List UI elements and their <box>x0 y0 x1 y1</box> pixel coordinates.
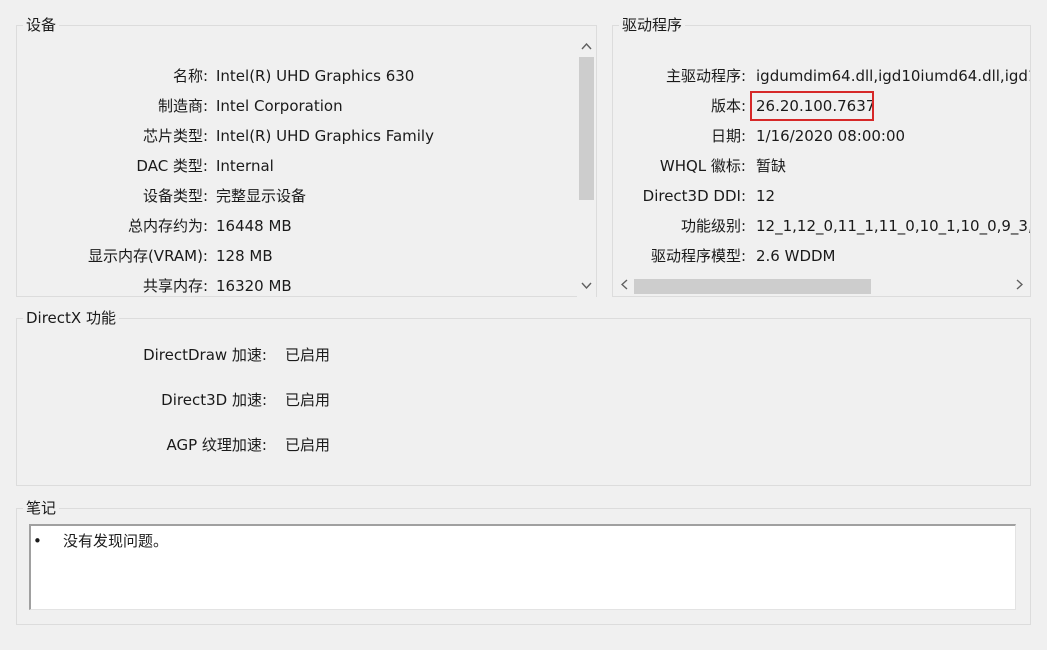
driver-d3d-ddi-label: Direct3D DDI: <box>642 187 746 205</box>
driver-model-label: 驱动程序模型: <box>650 247 746 265</box>
driver-feature-levels-value: 12_1,12_0,11_1,11_0,10_1,10_0,9_3,9_2 <box>756 217 1030 235</box>
driver-row-date: 日期: 1/16/2020 08:00:00 <box>613 125 1030 147</box>
driver-whql-value: 暂缺 <box>756 157 787 175</box>
device-scroll-thumb[interactable] <box>579 57 594 200</box>
driver-date-label: 日期: <box>710 127 746 145</box>
directdraw-row: DirectDraw 加速: 已启用 <box>17 344 417 366</box>
driver-row-driver-model: 驱动程序模型: 2.6 WDDM <box>613 245 1030 267</box>
driver-horizontal-scrollbar[interactable] <box>613 276 1030 296</box>
device-row-manufacturer: 制造商: Intel Corporation <box>17 95 577 117</box>
device-row-shared-memory: 共享内存: 16320 MB <box>17 275 577 296</box>
driver-version-label: 版本: <box>710 97 746 115</box>
driver-group: 驱动程序 主驱动程序: igdumdim64.dll,igd10iumd64.d… <box>612 16 1031 297</box>
device-row-dac-type: DAC 类型: Internal <box>17 155 577 177</box>
notes-item-text: 没有发现问题。 <box>63 532 169 550</box>
directx-features-group: DirectX 功能 DirectDraw 加速: 已启用 Direct3D 加… <box>16 309 1031 486</box>
device-info-list: 名称: Intel(R) UHD Graphics 630 制造商: Intel… <box>17 26 577 296</box>
device-vram-value: 128 MB <box>216 247 273 265</box>
driver-row-feature-levels: 功能级别: 12_1,12_0,11_1,11_0,10_1,10_0,9_3,… <box>613 215 1030 237</box>
driver-row-main-driver: 主驱动程序: igdumdim64.dll,igd10iumd64.dll,ig… <box>613 65 1030 87</box>
device-vram-label: 显示内存(VRAM): <box>87 247 208 265</box>
scroll-up-arrow-icon[interactable] <box>577 38 596 55</box>
device-type-label: 设备类型: <box>142 187 208 205</box>
driver-model-value: 2.6 WDDM <box>756 247 836 265</box>
device-shared-memory-value: 16320 MB <box>216 277 292 295</box>
driver-date-value: 1/16/2020 08:00:00 <box>756 127 906 145</box>
direct3d-label: Direct3D 加速: <box>161 391 267 409</box>
driver-info-list: 主驱动程序: igdumdim64.dll,igd10iumd64.dll,ig… <box>613 26 1030 276</box>
driver-row-d3d-ddi: Direct3D DDI: 12 <box>613 185 1030 207</box>
driver-scroll-thumb[interactable] <box>634 279 871 294</box>
device-row-chip-type: 芯片类型: Intel(R) UHD Graphics Family <box>17 125 577 147</box>
scroll-left-arrow-icon[interactable] <box>615 276 633 296</box>
driver-d3d-ddi-value: 12 <box>756 187 776 205</box>
device-chip-type-label: 芯片类型: <box>142 127 208 145</box>
device-manufacturer-value: Intel Corporation <box>216 97 343 115</box>
notes-group: 笔记 • 没有发现问题。 <box>16 499 1031 625</box>
device-type-value: 完整显示设备 <box>216 187 307 205</box>
direct3d-row: Direct3D 加速: 已启用 <box>17 389 417 411</box>
direct3d-value: 已启用 <box>285 391 331 409</box>
driver-main-label: 主驱动程序: <box>665 67 746 85</box>
notes-textbox[interactable]: • 没有发现问题。 <box>29 524 1016 610</box>
version-highlight-box <box>750 91 874 121</box>
device-dac-type-label: DAC 类型: <box>136 157 208 175</box>
directx-group-title: DirectX 功能 <box>23 309 119 327</box>
device-shared-memory-label: 共享内存: <box>142 277 208 295</box>
device-dac-type-value: Internal <box>216 157 274 175</box>
driver-feature-levels-label: 功能级别: <box>680 217 746 235</box>
scroll-right-arrow-icon[interactable] <box>1010 276 1028 296</box>
driver-row-whql: WHQL 徽标: 暂缺 <box>613 155 1030 177</box>
agp-texture-value: 已启用 <box>285 436 331 454</box>
device-group: 设备 名称: Intel(R) UHD Graphics 630 制造商: In… <box>16 16 597 297</box>
agp-texture-label: AGP 纹理加速: <box>166 436 268 454</box>
notes-group-title: 笔记 <box>23 499 60 517</box>
device-name-value: Intel(R) UHD Graphics 630 <box>216 67 415 85</box>
directdraw-value: 已启用 <box>285 346 331 364</box>
device-row-name: 名称: Intel(R) UHD Graphics 630 <box>17 65 577 87</box>
device-total-memory-value: 16448 MB <box>216 217 292 235</box>
device-total-memory-label: 总内存约为: <box>127 217 208 235</box>
device-row-device-type: 设备类型: 完整显示设备 <box>17 185 577 207</box>
device-row-vram: 显示内存(VRAM): 128 MB <box>17 245 577 267</box>
directdraw-label: DirectDraw 加速: <box>143 346 267 364</box>
device-row-total-memory: 总内存约为: 16448 MB <box>17 215 577 237</box>
agp-texture-row: AGP 纹理加速: 已启用 <box>17 434 417 456</box>
device-vertical-scrollbar[interactable] <box>577 34 596 297</box>
device-name-label: 名称: <box>172 67 208 85</box>
device-manufacturer-label: 制造商: <box>157 97 208 115</box>
device-chip-type-value: Intel(R) UHD Graphics Family <box>216 127 434 145</box>
bullet-icon: • <box>33 532 42 550</box>
driver-main-value: igdumdim64.dll,igd10iumd64.dll,igd1 <box>756 67 1030 85</box>
driver-whql-label: WHQL 徽标: <box>659 157 746 175</box>
scroll-down-arrow-icon[interactable] <box>577 277 596 294</box>
